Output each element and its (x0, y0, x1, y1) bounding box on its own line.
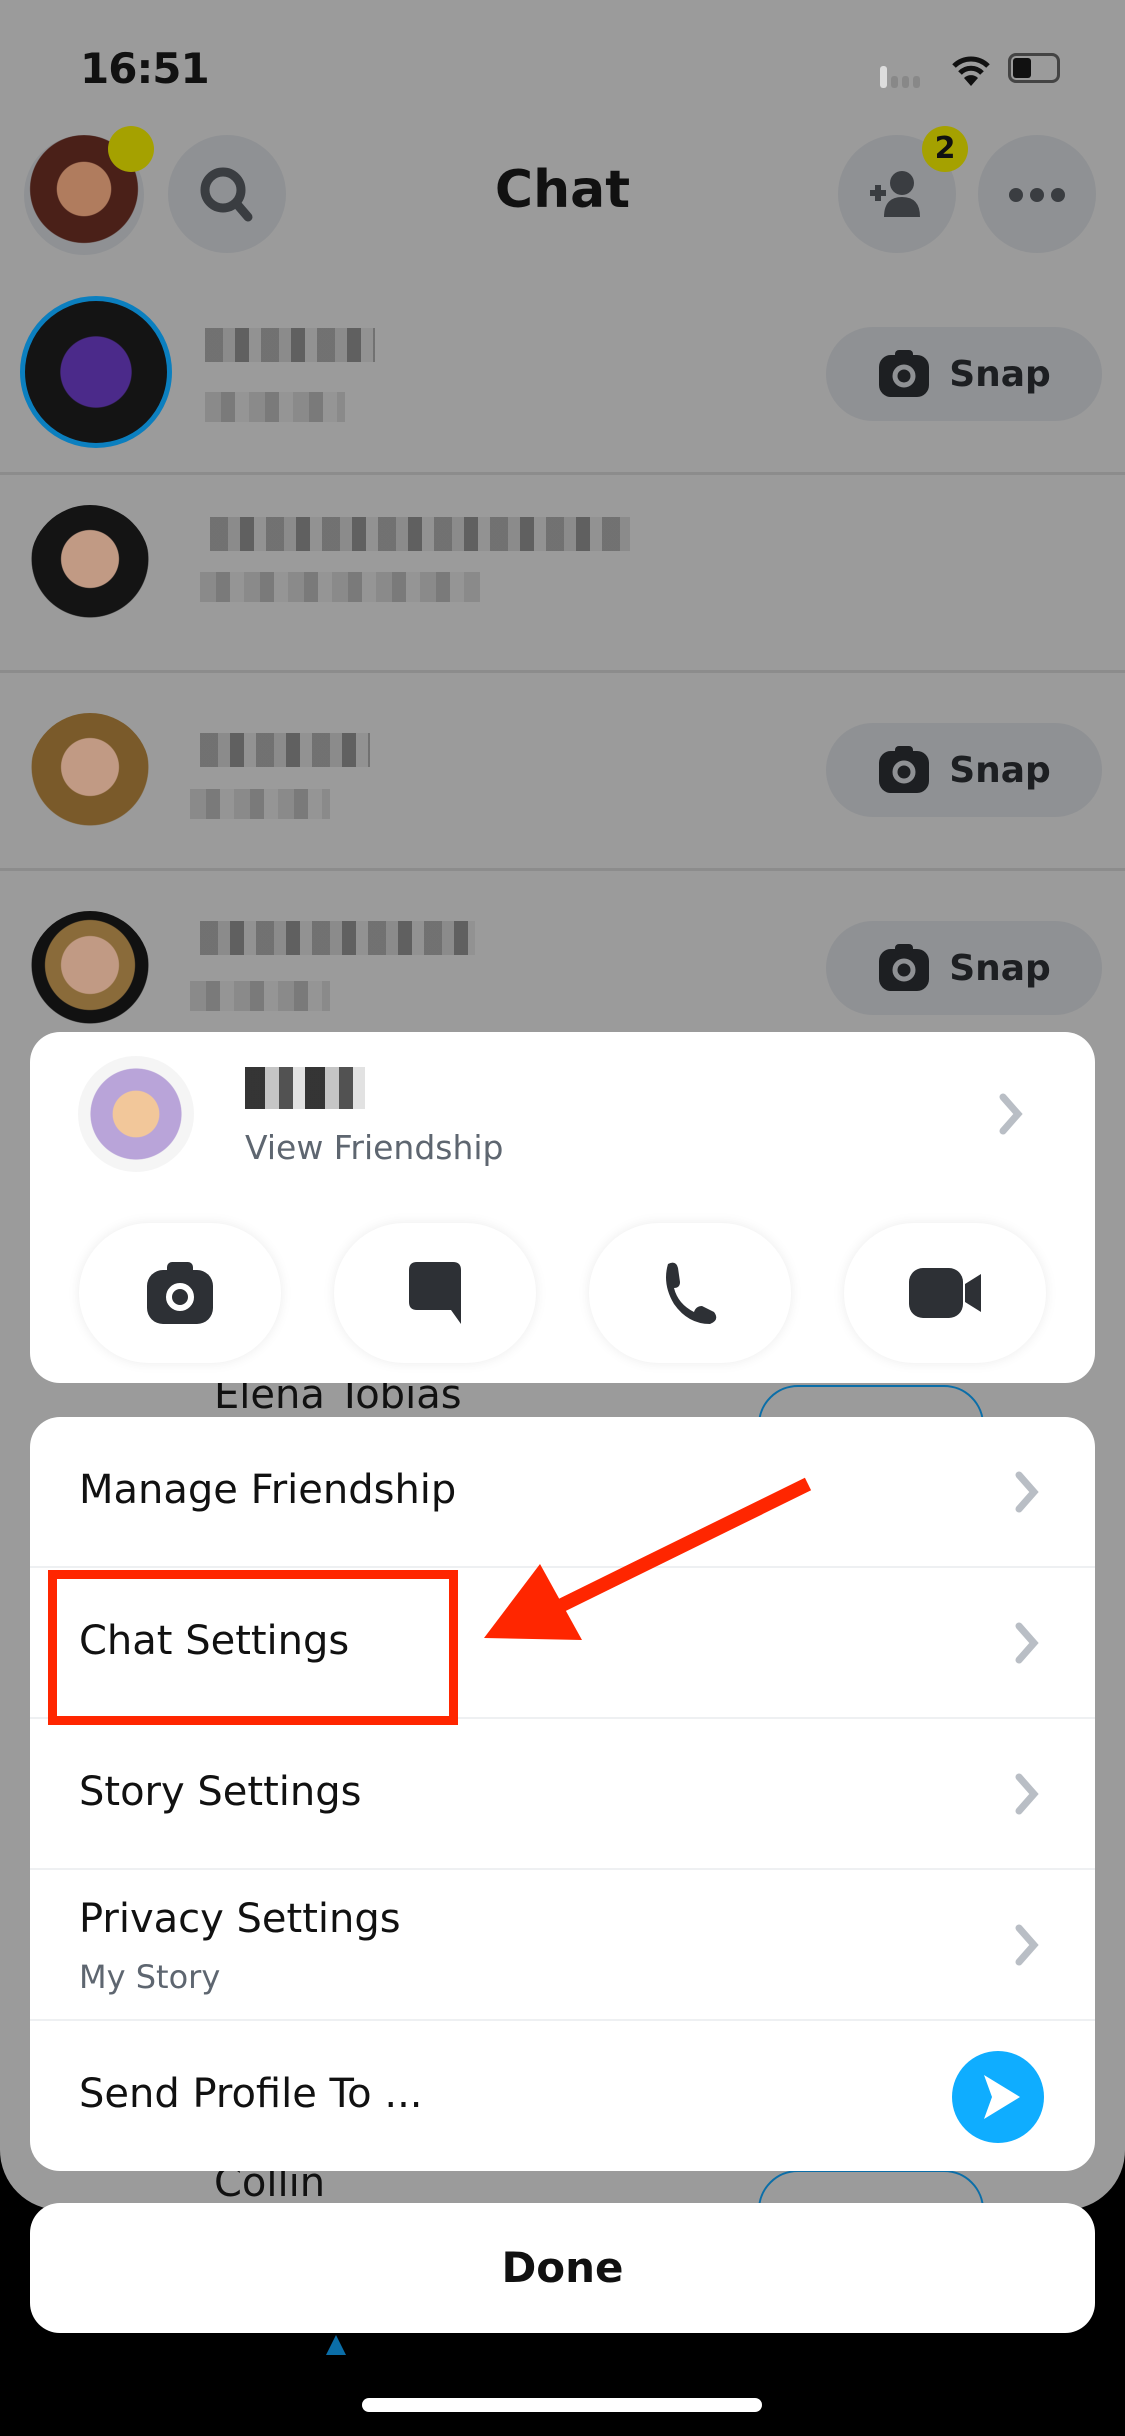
view-friendship-link[interactable]: View Friendship (30, 1032, 1095, 1172)
menu-item-label: Send Profile To ... (79, 2071, 423, 2117)
signal-icon (880, 66, 920, 92)
chevron-right-icon (1015, 1924, 1039, 1965)
blurred-name (200, 733, 370, 767)
chevron-right-icon (1015, 1773, 1039, 1814)
blurred-name (210, 517, 630, 551)
chevron-right-icon (1015, 1622, 1039, 1663)
camera-icon (879, 350, 930, 397)
ellipsis-icon (1009, 188, 1065, 202)
chat-bubble-icon (409, 1262, 461, 1324)
phone-icon (666, 1262, 717, 1324)
chat-row[interactable] (0, 475, 1125, 670)
send-arrow-icon[interactable] (950, 2049, 1046, 2145)
chevron-right-icon (999, 1093, 1023, 1135)
camera-icon (879, 944, 930, 991)
tab-indicator-icon (326, 2335, 346, 2355)
camera-icon (879, 746, 930, 793)
blurred-status (200, 572, 480, 602)
wifi-icon (952, 56, 990, 86)
status-time: 16:51 (80, 44, 210, 93)
snap-label: Snap (949, 947, 1051, 989)
friend-avatar (30, 505, 150, 625)
more-options-button[interactable] (978, 135, 1096, 253)
friend-request-badge: 2 (922, 126, 968, 172)
chat-button[interactable] (334, 1223, 536, 1363)
menu-item-label: Story Settings (79, 1769, 362, 1815)
chat-row[interactable]: Snap (0, 673, 1125, 868)
blurred-status (205, 392, 345, 422)
video-camera-icon (909, 1268, 981, 1318)
battery-icon (1008, 53, 1060, 83)
chevron-right-icon (1015, 1471, 1039, 1512)
story-avatar (20, 296, 172, 448)
home-indicator[interactable] (362, 2398, 762, 2412)
video-call-button[interactable] (844, 1223, 1046, 1363)
snap-label: Snap (949, 749, 1051, 791)
annotation-arrow-icon (484, 1477, 812, 1640)
chat-row[interactable]: Snap (0, 292, 1125, 472)
menu-item-send-profile[interactable]: Send Profile To ... (30, 2021, 1095, 2171)
blurred-name (245, 1067, 365, 1109)
snap-button[interactable]: Snap (826, 327, 1102, 421)
highlight-box (48, 1570, 458, 1725)
blurred-name (200, 921, 475, 955)
snap-button[interactable]: Snap (826, 921, 1102, 1015)
view-friendship-label: View Friendship (245, 1128, 504, 1167)
camera-icon (147, 1262, 213, 1324)
snap-label: Snap (949, 353, 1051, 395)
camera-button[interactable] (79, 1223, 281, 1363)
blurred-status (190, 789, 330, 819)
menu-item-label: Privacy Settings (79, 1896, 401, 1942)
friend-avatar (30, 713, 150, 833)
menu-item-privacy-settings[interactable]: Privacy Settings My Story (30, 1870, 1095, 2021)
blurred-name (205, 328, 375, 362)
done-button[interactable]: Done (30, 2203, 1095, 2333)
blurred-status (190, 981, 330, 1011)
menu-item-story-settings[interactable]: Story Settings (30, 1719, 1095, 1870)
call-button[interactable] (589, 1223, 791, 1363)
friend-avatar (78, 1056, 194, 1172)
friend-avatar (30, 911, 150, 1031)
menu-item-sublabel: My Story (79, 1958, 221, 1996)
snap-button[interactable]: Snap (826, 723, 1102, 817)
profile-card: View Friendship (30, 1032, 1095, 1383)
menu-item-label: Manage Friendship (79, 1467, 457, 1513)
